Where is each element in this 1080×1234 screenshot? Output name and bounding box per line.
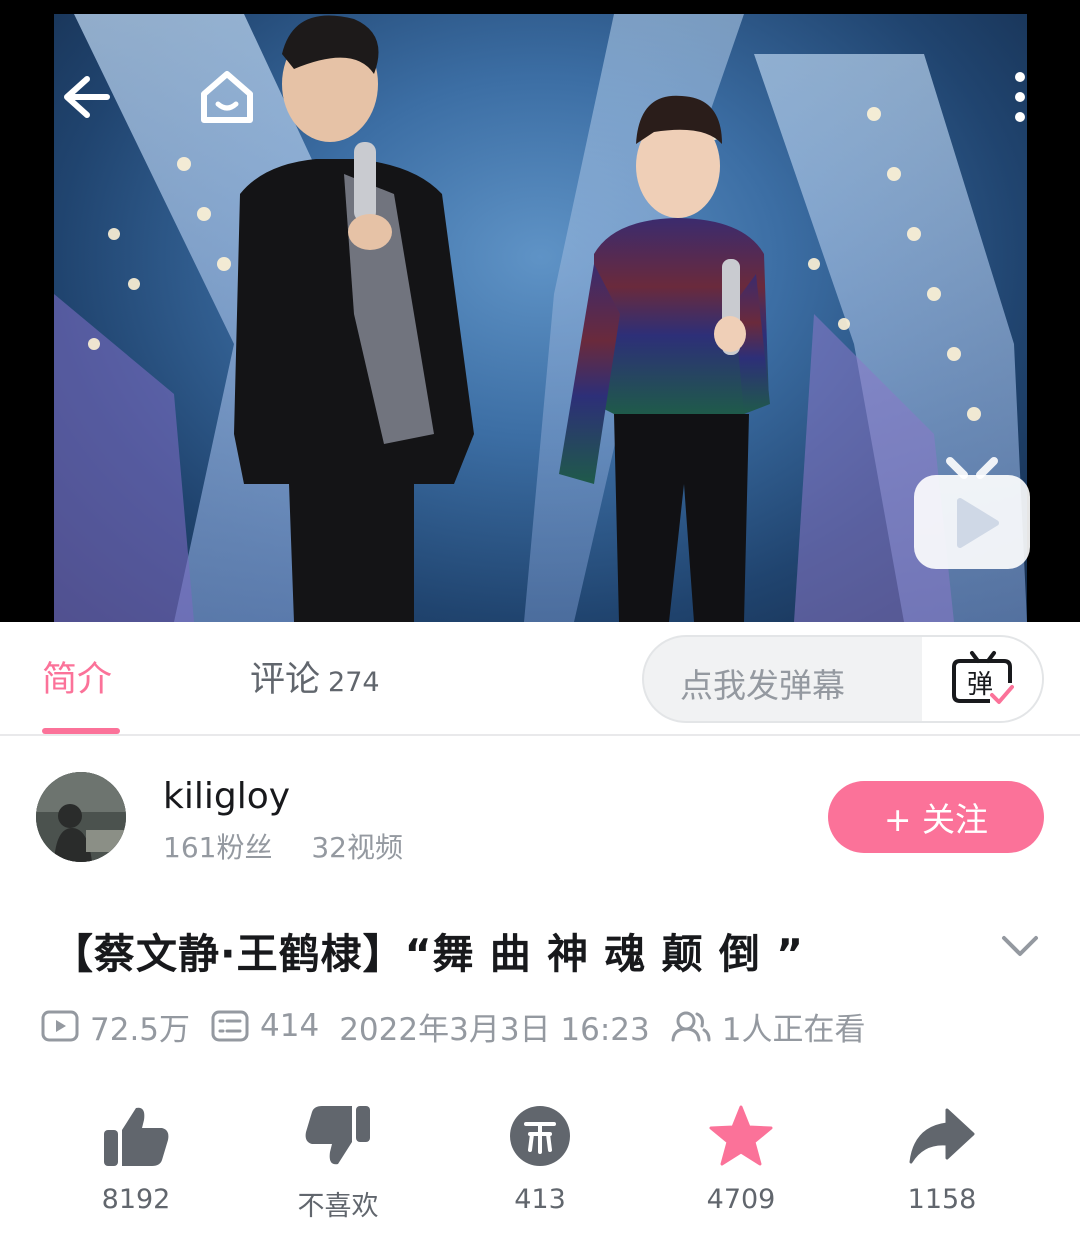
action-bar: 8192 不喜欢 413 4709 1158: [0, 1100, 1080, 1234]
share-icon: [906, 1100, 978, 1172]
home-icon: [201, 71, 253, 123]
more-button[interactable]: [985, 62, 1055, 132]
back-button[interactable]: [50, 62, 120, 132]
avatar[interactable]: [36, 772, 126, 862]
tab-intro[interactable]: 简介: [42, 658, 112, 702]
danmaku-toggle-icon: 弹: [952, 651, 1014, 704]
danmaku-toggle-button[interactable]: 弹: [922, 637, 1042, 721]
coin-button[interactable]: 413: [460, 1100, 620, 1215]
dislike-label: 不喜欢: [297, 1191, 379, 1222]
thumbs-down-icon: [302, 1100, 374, 1172]
like-button[interactable]: 8192: [56, 1100, 216, 1215]
coin-count: 413: [514, 1184, 566, 1215]
uploader-stats: 161粉丝 32视频: [163, 826, 403, 866]
watching-count: 1人正在看: [721, 1011, 866, 1048]
tab-comments[interactable]: 评论 274: [250, 658, 380, 702]
uploader-videos: 32视频: [311, 831, 403, 864]
watching-icon: [670, 1009, 712, 1043]
follow-button[interactable]: + 关注: [828, 781, 1044, 853]
view-count: 72.5万: [90, 1011, 191, 1048]
tab-comments-label: 评论: [250, 660, 321, 700]
favorite-count: 4709: [706, 1184, 776, 1215]
arrow-left-icon: [64, 76, 110, 118]
favorite-button[interactable]: 4709: [661, 1100, 821, 1215]
uploader-fans: 161粉丝: [163, 831, 273, 864]
tv-play-icon: [914, 457, 1030, 569]
home-button[interactable]: [192, 62, 262, 132]
expand-description-button[interactable]: [1000, 930, 1040, 960]
tab-intro-label: 简介: [42, 660, 113, 700]
danmaku-count-icon: [210, 1009, 250, 1043]
avatar-image: [36, 772, 126, 862]
danmaku-count: 414: [260, 1008, 320, 1044]
more-vertical-icon: [1015, 72, 1025, 122]
tab-bar: 简介 评论 274 点我发弹幕 弹: [0, 622, 1080, 736]
share-button[interactable]: 1158: [862, 1100, 1022, 1215]
tab-active-indicator: [42, 728, 120, 734]
mini-player-button[interactable]: [910, 455, 1034, 573]
tab-comments-count: 274: [328, 667, 380, 698]
video-player[interactable]: [0, 0, 1080, 622]
like-count: 8192: [101, 1184, 171, 1215]
video-title: 【蔡文静·王鹤棣】“舞 曲 神 魂 颠 倒 ”: [52, 930, 805, 978]
uploader-name[interactable]: kiligloy: [163, 776, 290, 817]
danmaku-placeholder: 点我发弹幕: [680, 666, 845, 705]
thumbs-up-icon: [100, 1100, 172, 1172]
chevron-down-icon: [1002, 936, 1038, 956]
share-count: 1158: [907, 1184, 977, 1215]
dislike-button[interactable]: 不喜欢: [258, 1100, 418, 1223]
video-meta: 72.5万 414 2022年3月3日 16:23 1人正在看: [40, 1004, 865, 1048]
publish-time: 2022年3月3日 16:23: [339, 1011, 650, 1048]
play-count-icon: [40, 1009, 80, 1043]
danmaku-toggle-glyph: 弹: [967, 670, 993, 700]
danmaku-input[interactable]: 点我发弹幕 弹: [642, 635, 1044, 723]
star-icon: [705, 1100, 777, 1172]
coin-icon: [504, 1100, 576, 1172]
